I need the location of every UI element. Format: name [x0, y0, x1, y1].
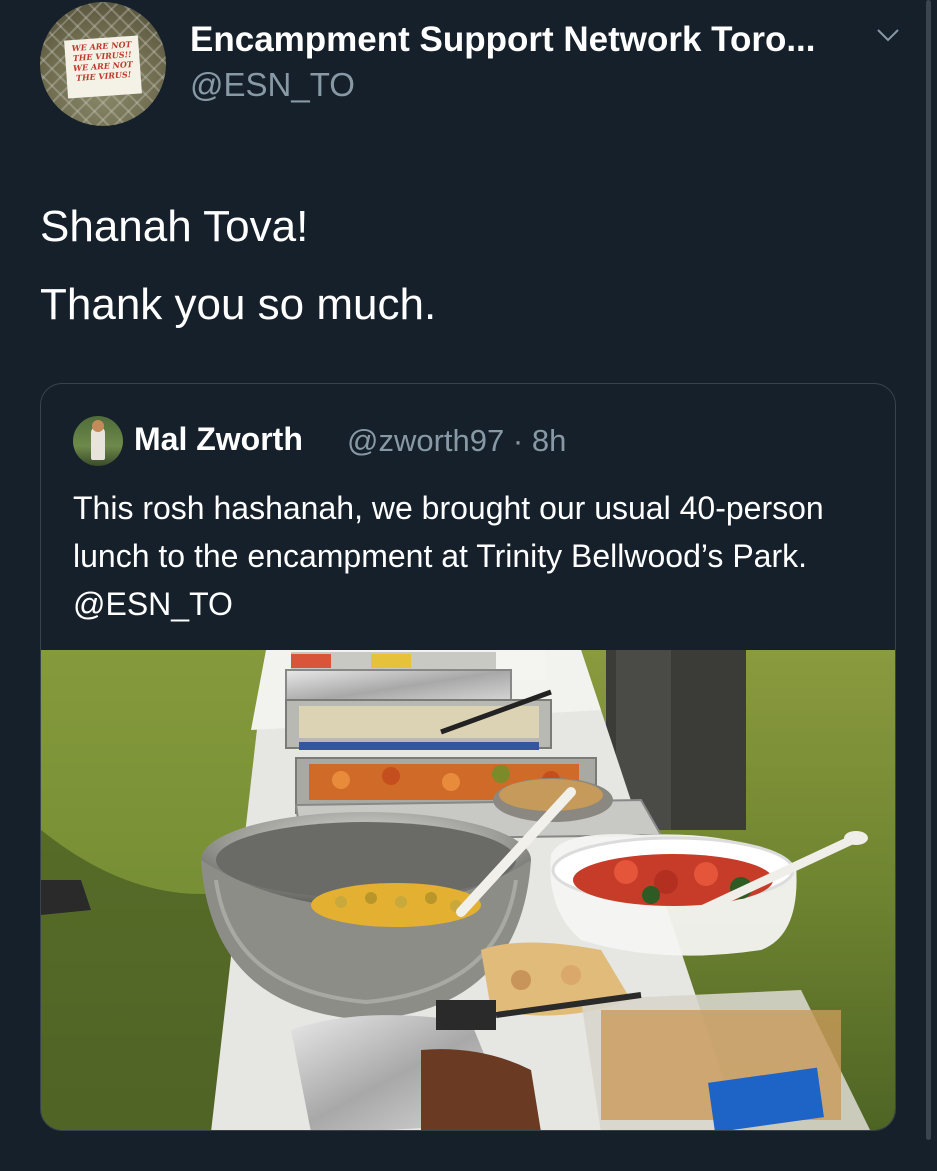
author-avatar[interactable]: WE ARE NOT THE VIRUS!! WE ARE NOT THE VI… [40, 2, 166, 126]
quoted-tweet-photo[interactable] [41, 650, 895, 1130]
avatar-sign: WE ARE NOT THE VIRUS!! WE ARE NOT THE VI… [64, 35, 142, 99]
tweet-text: Shanah Tova! Thank you so much. [40, 188, 890, 344]
meta-separator: · [512, 423, 524, 458]
quoted-tweet[interactable]: Mal Zworth @zworth97 · 8h This rosh hash… [40, 383, 896, 1131]
quoted-author-avatar[interactable] [73, 416, 123, 466]
author-handle[interactable]: @ESN_TO [190, 66, 355, 104]
author-display-name[interactable]: Encampment Support Network Toro... [190, 20, 816, 60]
tweet-header: WE ARE NOT THE VIRUS!! WE ARE NOT THE VI… [40, 0, 900, 130]
quoted-author-handle[interactable]: @zworth97 [347, 423, 504, 458]
quoted-author-name[interactable]: Mal Zworth [134, 421, 303, 458]
tweet-text-line: Thank you so much. [40, 280, 437, 329]
quoted-tweet-text: This rosh hashanah, we brought our usual… [73, 490, 824, 622]
food-table-photo [41, 650, 895, 1130]
avatar-person-head [92, 420, 104, 432]
chevron-down-icon[interactable] [876, 26, 899, 46]
quoted-author-meta: @zworth97 · 8h [347, 423, 566, 459]
tweet-text-line: Shanah Tova! [40, 202, 309, 251]
quoted-tweet-time: 8h [531, 423, 567, 458]
scrollbar[interactable] [926, 0, 931, 1140]
